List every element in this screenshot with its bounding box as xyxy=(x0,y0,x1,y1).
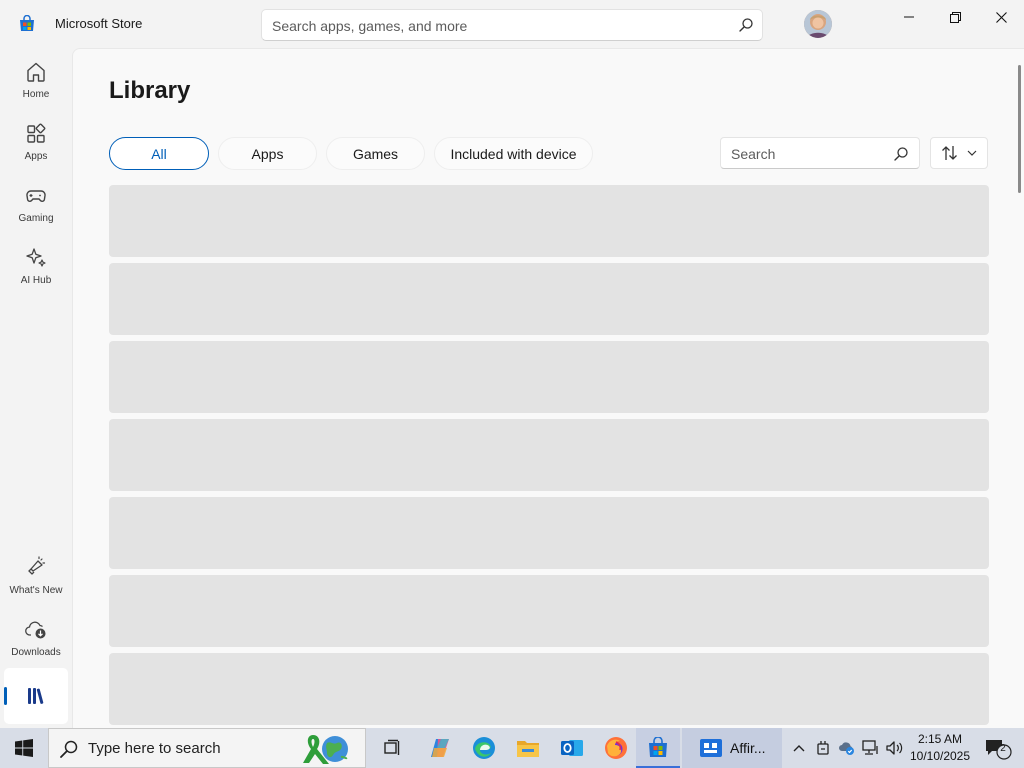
page-title: Library xyxy=(109,77,191,104)
filter-apps[interactable]: Apps xyxy=(218,137,317,170)
windows-taskbar: Type here to search Affir... 2:15 AM 10/… xyxy=(0,728,1024,768)
gamepad-icon xyxy=(26,190,46,202)
search-icon xyxy=(60,740,78,758)
avatar-photo-icon xyxy=(804,10,832,38)
task-view-icon xyxy=(384,739,400,755)
notification-count-badge: 2 xyxy=(1000,743,1006,754)
sidebar-item-label: Apps xyxy=(24,151,48,162)
restore-button[interactable] xyxy=(932,0,978,34)
windows-logo-icon xyxy=(15,739,33,757)
close-button[interactable] xyxy=(978,0,1024,34)
sidebar-item-label: What's New xyxy=(9,585,63,596)
title-bar: Microsoft Store xyxy=(0,0,1024,48)
firefox-icon xyxy=(605,737,627,759)
chevron-up-icon xyxy=(793,745,805,752)
filter-games[interactable]: Games xyxy=(326,137,425,170)
taskbar-task-view[interactable] xyxy=(370,728,414,768)
close-icon xyxy=(995,11,1007,23)
file-explorer-icon xyxy=(517,741,539,757)
apps-icon xyxy=(27,123,46,143)
cloud-download-icon xyxy=(25,621,46,639)
filter-included-with-device[interactable]: Included with device xyxy=(434,137,593,170)
microsoft-store-logo-icon xyxy=(20,15,34,31)
taskbar-outlook[interactable] xyxy=(550,728,594,768)
clock-date: 10/10/2025 xyxy=(909,749,971,763)
show-hidden-icons-button[interactable] xyxy=(788,728,810,768)
minimize-button[interactable] xyxy=(886,0,932,34)
sidebar-item-label: Gaming xyxy=(18,213,54,224)
vertical-scrollbar[interactable] xyxy=(1018,65,1021,193)
loading-placeholder-row xyxy=(109,575,989,647)
home-icon xyxy=(27,62,45,82)
taskbar-microsoft-store[interactable] xyxy=(636,728,680,768)
sidebar-item-gaming[interactable]: Gaming xyxy=(4,176,68,232)
clock-time: 2:15 AM xyxy=(917,732,963,746)
library-icon xyxy=(28,688,44,704)
tray-volume-button[interactable] xyxy=(884,728,906,768)
global-search-input[interactable] xyxy=(272,16,712,36)
loading-placeholder-row xyxy=(109,185,989,257)
sidebar-item-downloads[interactable]: Downloads xyxy=(4,610,68,666)
taskbar-clock[interactable]: 2:15 AM 10/10/2025 xyxy=(908,731,972,765)
copilot-icon xyxy=(431,739,449,757)
library-content: Library All Apps Games Included with dev… xyxy=(72,48,1024,728)
search-icon[interactable] xyxy=(893,146,909,162)
start-button[interactable] xyxy=(0,728,48,768)
sidebar-item-label: Downloads xyxy=(11,647,61,658)
search-icon[interactable] xyxy=(738,17,754,33)
awareness-ribbon-globe-icon xyxy=(303,735,348,764)
megaphone-icon xyxy=(28,556,46,575)
sidebar-nav: Home Apps Gaming AI Hub What's New Downl… xyxy=(0,48,72,728)
affirmations-app-icon xyxy=(700,739,722,757)
action-center-button[interactable]: 2 xyxy=(978,728,1018,768)
library-search-input[interactable] xyxy=(731,144,881,164)
loading-placeholder-row xyxy=(109,497,989,569)
sort-button[interactable] xyxy=(930,137,988,169)
minimize-icon xyxy=(904,16,914,18)
user-avatar[interactable] xyxy=(804,10,832,38)
taskbar-firefox[interactable] xyxy=(594,728,638,768)
global-search-box[interactable] xyxy=(261,9,763,41)
taskbar-open-app[interactable]: Affir... xyxy=(682,728,782,768)
sidebar-item-label: AI Hub xyxy=(20,275,52,286)
store-icon xyxy=(649,737,667,757)
sidebar-item-library[interactable] xyxy=(4,668,68,724)
loading-placeholder-row xyxy=(109,341,989,413)
sidebar-item-ai-hub[interactable]: AI Hub xyxy=(4,238,68,294)
app-title: Microsoft Store xyxy=(55,16,143,31)
taskbar-edge[interactable] xyxy=(462,728,506,768)
restore-icon xyxy=(949,11,961,23)
sidebar-item-home[interactable]: Home xyxy=(4,52,68,108)
sidebar-item-label: Home xyxy=(22,89,50,100)
tray-onedrive-button[interactable] xyxy=(836,728,858,768)
edge-icon xyxy=(473,737,495,759)
taskbar-search-box[interactable]: Type here to search xyxy=(48,728,366,768)
sidebar-item-whats-new[interactable]: What's New xyxy=(4,548,68,604)
taskbar-search-text: Type here to search xyxy=(88,740,221,757)
loading-placeholder-row xyxy=(109,263,989,335)
sidebar-item-apps[interactable]: Apps xyxy=(4,114,68,170)
chevron-down-icon xyxy=(967,150,977,156)
outlook-icon xyxy=(561,740,583,756)
tray-network-button[interactable] xyxy=(860,728,882,768)
loading-placeholder-row xyxy=(109,653,989,725)
taskbar-open-app-label: Affir... xyxy=(730,740,766,756)
device-icon xyxy=(817,741,829,755)
sparkle-icon xyxy=(26,248,46,267)
sort-icon xyxy=(942,146,957,160)
onedrive-sync-icon xyxy=(839,742,854,755)
loading-placeholder-row xyxy=(109,419,989,491)
taskbar-file-explorer[interactable] xyxy=(506,728,550,768)
filter-all[interactable]: All xyxy=(109,137,209,170)
volume-icon xyxy=(886,741,903,755)
network-icon xyxy=(862,740,878,755)
library-search-box[interactable] xyxy=(720,137,920,169)
taskbar-copilot[interactable] xyxy=(418,728,462,768)
tray-device-button[interactable] xyxy=(812,728,834,768)
